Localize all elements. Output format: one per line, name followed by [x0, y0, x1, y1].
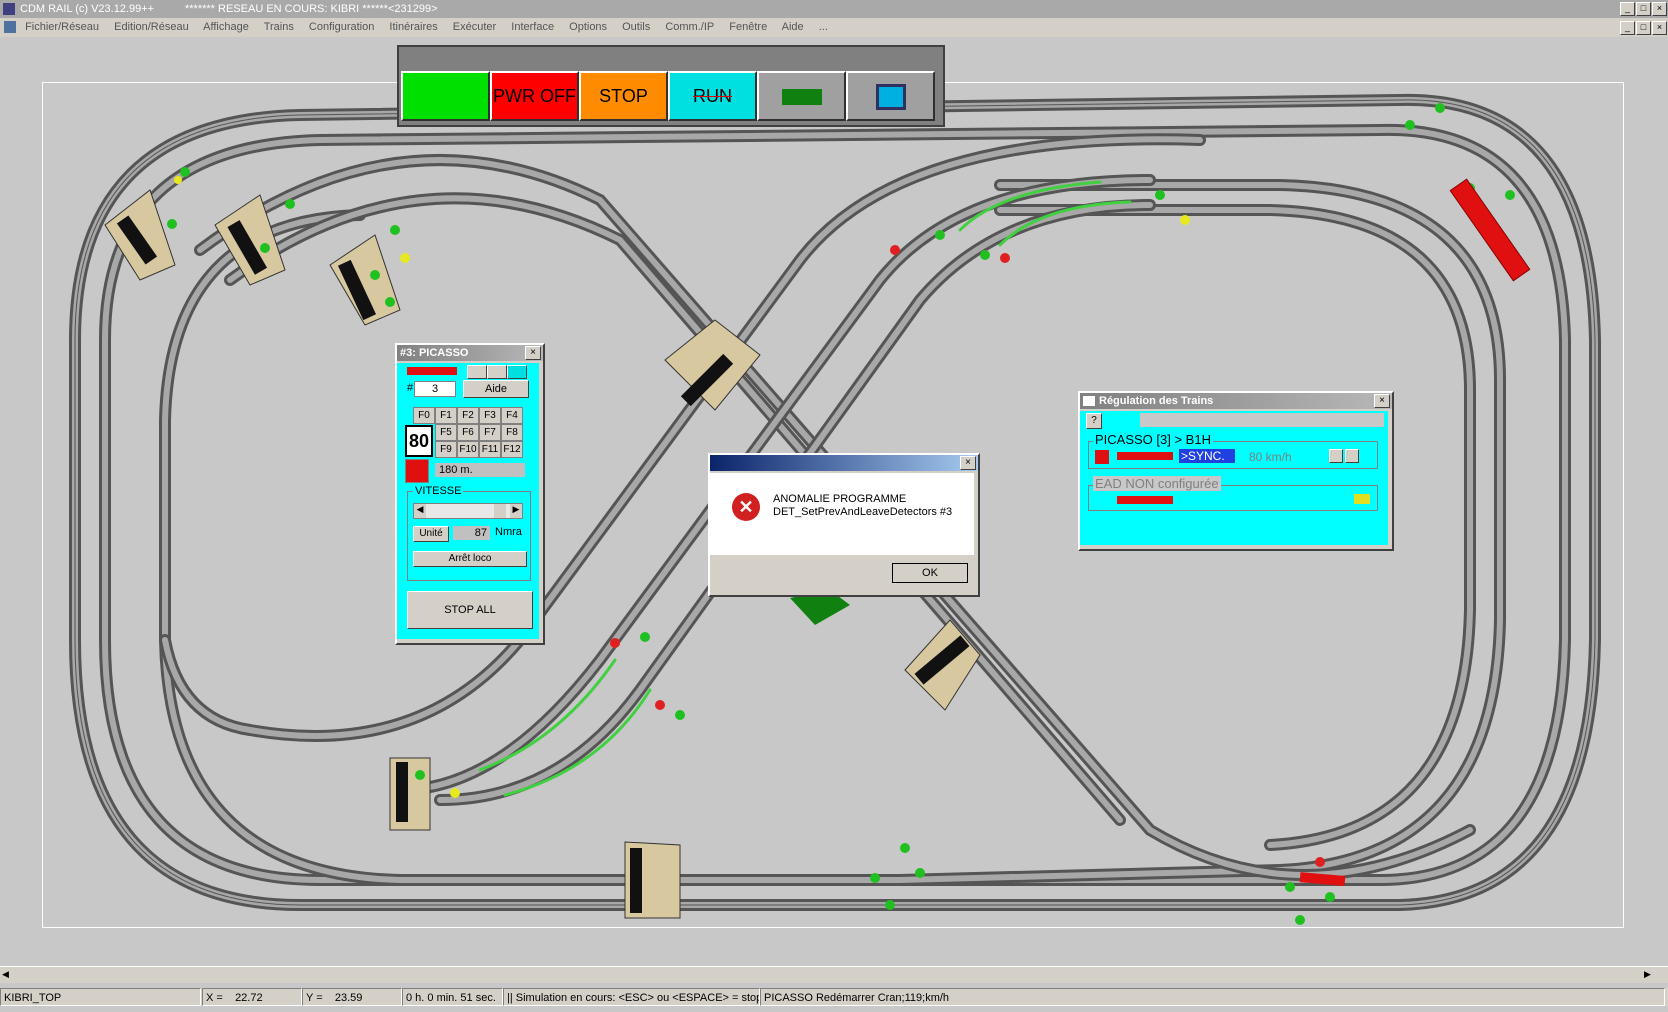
regulation-title-text: Régulation des Trains — [1099, 395, 1214, 407]
scroll-left-arrow[interactable]: ◀ — [2, 969, 12, 981]
train1-action-1[interactable] — [1329, 449, 1343, 463]
error-icon: ✕ — [732, 493, 760, 521]
f3-key[interactable]: F3 — [479, 407, 501, 424]
direction-indicator[interactable] — [405, 459, 429, 483]
monitor-icon — [875, 84, 906, 111]
f10-key[interactable]: F10 — [457, 441, 479, 458]
status-time: 0 h. 0 min. 51 sec. — [402, 988, 503, 1006]
train2-label: EAD NON configurée — [1093, 476, 1221, 491]
f9-key[interactable]: F9 — [435, 441, 457, 458]
loco-icon — [407, 367, 457, 375]
sync-status[interactable]: >SYNC. — [1179, 449, 1235, 463]
loco-panel: #3: PICASSO × # 3 Aide F0 F1 F2 F3 F4 F5… — [395, 343, 545, 645]
loco-panel-title: #3: PICASSO — [397, 345, 543, 361]
f5-key[interactable]: F5 — [435, 424, 457, 441]
f1-key[interactable]: F1 — [435, 407, 457, 424]
monitor-button[interactable] — [846, 71, 935, 121]
arret-loco-button[interactable]: Arrêt loco — [413, 551, 527, 567]
distance-display: 180 m. — [435, 463, 525, 477]
train1-action-2[interactable] — [1345, 449, 1359, 463]
train1-loco-icon — [1117, 452, 1173, 460]
slider-left-arrow[interactable]: ◀ — [414, 504, 426, 518]
f8-key[interactable]: F8 — [501, 424, 523, 441]
x-label: X = — [206, 992, 223, 1004]
status-simulation: || Simulation en cours: <ESC> ou <ESPACE… — [503, 988, 760, 1006]
status-message: PICASSO Redémarrer Cran;119;km/h — [760, 988, 1665, 1006]
ok-button[interactable]: OK — [892, 563, 968, 583]
scroll-right-arrow[interactable]: ▶ — [1644, 969, 1654, 981]
aide-button[interactable]: Aide — [463, 380, 529, 398]
train-picasso — [1449, 178, 1531, 282]
control-toolbar: PWR OFF STOP RUN — [397, 45, 945, 127]
regulation-window: Régulation des Trains × ? PICASSO [3] > … — [1078, 391, 1394, 551]
error-message-line2: DET_SetPrevAndLeaveDetectors #3 — [773, 506, 953, 518]
error-dialog: × ✕ ANOMALIE PROGRAMME DET_SetPrevAndLea… — [708, 453, 980, 597]
f7-key[interactable]: F7 — [479, 424, 501, 441]
f12-key[interactable]: F12 — [501, 441, 523, 458]
train1-speed: 80 km/h — [1249, 450, 1292, 464]
panel-mode-3[interactable] — [507, 365, 527, 379]
status-green-button[interactable] — [401, 71, 490, 121]
error-dialog-titlebar — [710, 455, 978, 471]
y-label: Y = — [306, 992, 323, 1004]
speed-limit-sign: 80 — [405, 425, 433, 457]
locomotive-icon — [781, 89, 822, 106]
train-row-picasso[interactable]: PICASSO [3] > B1H >SYNC. 80 km/h — [1088, 432, 1378, 469]
error-message-line1: ANOMALIE PROGRAMME — [773, 493, 907, 505]
error-dialog-close-button[interactable]: × — [960, 456, 976, 470]
train2-loco-icon — [1117, 496, 1173, 504]
train2-engine-icon — [1354, 494, 1370, 504]
x-value: 22.72 — [235, 992, 263, 1004]
train1-label: PICASSO [3] > B1H — [1093, 432, 1213, 447]
f11-key[interactable]: F11 — [479, 441, 501, 458]
panel-mode-2[interactable] — [487, 365, 507, 379]
loco-number-field[interactable]: 3 — [414, 381, 456, 397]
status-bar: KIBRI_TOP X = 22.72 Y = 23.59 0 h. 0 min… — [0, 988, 1668, 1006]
panel-mode-1[interactable] — [467, 365, 487, 379]
status-y: Y = 23.59 — [302, 988, 402, 1006]
train-icon-button[interactable] — [757, 71, 846, 121]
speed-value-field[interactable]: 87 — [453, 526, 490, 540]
unite-button[interactable]: Unité — [413, 526, 449, 542]
horizontal-scrollbar[interactable]: ◀ ▶ — [0, 966, 1668, 983]
power-off-button[interactable]: PWR OFF — [490, 71, 579, 121]
stop-button[interactable]: STOP — [579, 71, 668, 121]
run-button[interactable]: RUN — [668, 71, 757, 121]
f6-key[interactable]: F6 — [457, 424, 479, 441]
slider-right-arrow[interactable]: ▶ — [510, 504, 522, 518]
speed-slider[interactable]: ◀ ▶ — [413, 503, 523, 519]
window-icon — [1083, 396, 1095, 407]
train1-status-icon — [1095, 450, 1109, 464]
status-network: KIBRI_TOP — [0, 988, 201, 1006]
help-button[interactable]: ? — [1086, 413, 1102, 429]
f2-key[interactable]: F2 — [457, 407, 479, 424]
train-row-ead[interactable]: EAD NON configurée — [1088, 476, 1378, 511]
f0-key[interactable]: F0 — [413, 407, 435, 424]
regulation-close-button[interactable]: × — [1374, 394, 1390, 408]
nmra-label: Nmra — [495, 526, 522, 538]
number-label: # — [407, 382, 414, 394]
slider-thumb[interactable] — [494, 504, 506, 518]
loco-panel-close-button[interactable]: × — [525, 346, 541, 360]
regulation-title: Régulation des Trains — [1080, 393, 1392, 409]
status-x: X = 22.72 — [202, 988, 302, 1006]
stop-all-button[interactable]: STOP ALL — [407, 591, 533, 629]
y-value: 23.59 — [334, 992, 363, 1004]
vitesse-label: VITESSE — [413, 485, 464, 497]
f4-key[interactable]: F4 — [501, 407, 523, 424]
